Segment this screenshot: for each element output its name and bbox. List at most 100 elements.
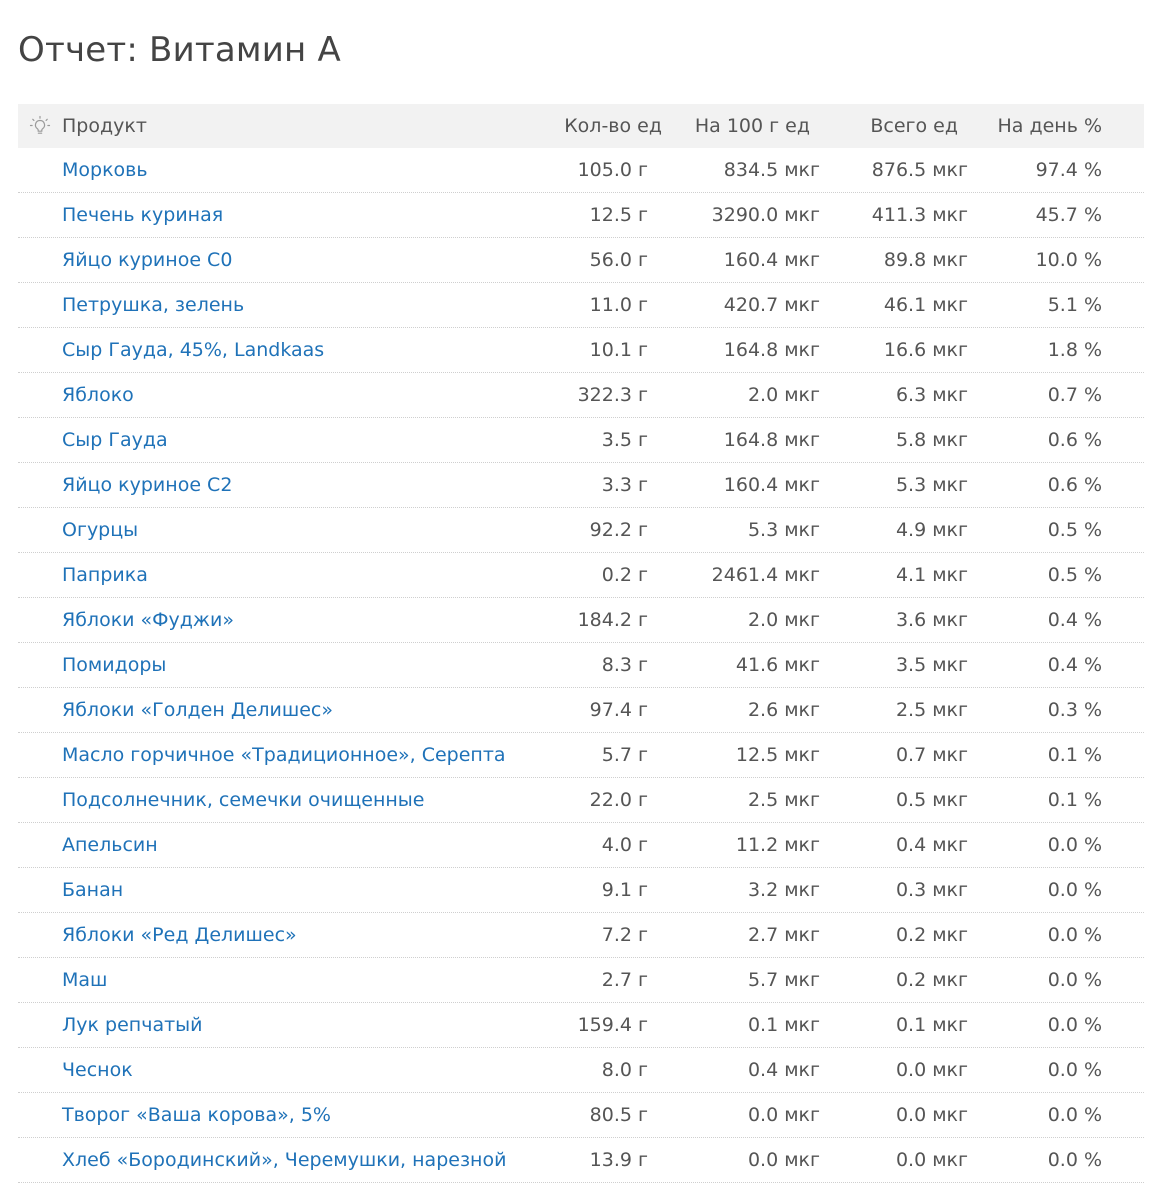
table-row: Творог «Ваша корова», 5% 80.5 г 0.0 мкг 0.0… [18,1093,1144,1138]
table-row: Печень куриная 12.5 г 3290.0 мкг 411.3 мкг 4… [18,193,1144,238]
product-link[interactable]: Хлеб «Бородинский», Черемушки, нарезной [62,1138,532,1182]
per100-cell: 164.8 мкг [723,429,820,451]
table-row: Яйцо куриное С0 56.0 г 160.4 мкг 89.8 мкг 10… [18,238,1144,283]
total-cell: 5.3 мкг [895,474,968,496]
daily-cell: 0.7 % [1047,384,1102,406]
product-link[interactable]: Сыр Гауда, 45%, Landkaas [62,328,532,372]
per100-cell: 2.0 мкг [747,384,820,406]
header-qty[interactable]: Кол-во ед [564,104,662,148]
qty-cell: 13.9 г [589,1149,648,1171]
table-row: Помидоры 8.3 г 41.6 мкг 3.5 мкг 0.4 % [18,643,1144,688]
total-cell: 16.6 мкг [883,339,968,361]
per100-cell: 2.5 мкг [747,789,820,811]
page-title: Отчет: Витамин А [18,30,341,70]
per100-cell: 5.3 мкг [747,519,820,541]
total-cell: 0.5 мкг [895,789,968,811]
product-link[interactable]: Лук репчатый [62,1003,532,1047]
product-link[interactable]: Петрушка, зелень [62,283,532,327]
product-link[interactable]: Яблоки «Фуджи» [62,598,532,642]
daily-cell: 0.0 % [1047,969,1102,991]
product-link[interactable]: Яйцо куриное С0 [62,238,532,282]
qty-cell: 22.0 г [589,789,648,811]
total-cell: 4.1 мкг [895,564,968,586]
per100-cell: 160.4 мкг [723,474,820,496]
daily-cell: 0.0 % [1047,879,1102,901]
header-per100[interactable]: На 100 г ед [695,104,810,148]
daily-cell: 1.8 % [1047,339,1102,361]
total-cell: 0.2 мкг [895,924,968,946]
product-link[interactable]: Банан [62,868,532,912]
total-cell: 4.9 мкг [895,519,968,541]
per100-cell: 3.2 мкг [747,879,820,901]
table-row: Масло горчичное «Традиционное», Серепта 5… [18,733,1144,778]
qty-cell: 2.7 г [601,969,648,991]
product-link[interactable]: Маш [62,958,532,1002]
total-cell: 0.0 мкг [895,1059,968,1081]
table-row: Сыр Гауда 3.5 г 164.8 мкг 5.8 мкг 0.6 % [18,418,1144,463]
qty-cell: 97.4 г [589,699,648,721]
per100-cell: 420.7 мкг [723,294,820,316]
daily-cell: 0.6 % [1047,429,1102,451]
total-cell: 0.0 мкг [895,1104,968,1126]
total-cell: 2.5 мкг [895,699,968,721]
daily-cell: 0.5 % [1047,519,1102,541]
product-link[interactable]: Масло горчичное «Традиционное», Серепта [62,733,532,777]
per100-cell: 0.0 мкг [747,1149,820,1171]
product-link[interactable]: Яйцо куриное С2 [62,463,532,507]
total-cell: 3.6 мкг [895,609,968,631]
total-cell: 3.5 мкг [895,654,968,676]
per100-cell: 160.4 мкг [723,249,820,271]
product-link[interactable]: Помидоры [62,643,532,687]
daily-cell: 0.5 % [1047,564,1102,586]
qty-cell: 159.4 г [577,1014,648,1036]
qty-cell: 7.2 г [601,924,648,946]
table-body: Морковь 105.0 г 834.5 мкг 876.5 мкг 97.4 % Пе… [18,148,1144,1183]
qty-cell: 4.0 г [601,834,648,856]
total-cell: 0.4 мкг [895,834,968,856]
table-row: Паприка 0.2 г 2461.4 мкг 4.1 мкг 0.5 % [18,553,1144,598]
per100-cell: 41.6 мкг [735,654,820,676]
product-link[interactable]: Творог «Ваша корова», 5% [62,1093,532,1137]
qty-cell: 9.1 г [601,879,648,901]
total-cell: 0.0 мкг [895,1149,968,1171]
per100-cell: 164.8 мкг [723,339,820,361]
product-link[interactable]: Огурцы [62,508,532,552]
table-header: Продукт Кол-во ед На 100 г ед Всего ед Н… [18,104,1144,148]
product-link[interactable]: Яблоко [62,373,532,417]
header-total[interactable]: Всего ед [870,104,958,148]
product-link[interactable]: Подсолнечник, семечки очищенные [62,778,532,822]
daily-cell: 97.4 % [1035,159,1102,181]
table-row: Морковь 105.0 г 834.5 мкг 876.5 мкг 97.4 % [18,148,1144,193]
product-link[interactable]: Печень куриная [62,193,532,237]
table-row: Чеснок 8.0 г 0.4 мкг 0.0 мкг 0.0 % [18,1048,1144,1093]
per100-cell: 3290.0 мкг [711,204,820,226]
table-row: Яблоки «Ред Делишес» 7.2 г 2.7 мкг 0.2 мкг 0… [18,913,1144,958]
product-link[interactable]: Апельсин [62,823,532,867]
per100-cell: 0.1 мкг [747,1014,820,1036]
per100-cell: 0.0 мкг [747,1104,820,1126]
total-cell: 6.3 мкг [895,384,968,406]
total-cell: 0.3 мкг [895,879,968,901]
qty-cell: 322.3 г [577,384,648,406]
product-link[interactable]: Морковь [62,148,532,192]
product-link[interactable]: Сыр Гауда [62,418,532,462]
total-cell: 89.8 мкг [883,249,968,271]
per100-cell: 2.0 мкг [747,609,820,631]
qty-cell: 10.1 г [589,339,648,361]
product-link[interactable]: Яблоки «Голден Делишес» [62,688,532,732]
header-daily[interactable]: На день % [997,104,1102,148]
table-row: Огурцы 92.2 г 5.3 мкг 4.9 мкг 0.5 % [18,508,1144,553]
table-row: Сыр Гауда, 45%, Landkaas 10.1 г 164.8 мкг 1… [18,328,1144,373]
product-link[interactable]: Паприка [62,553,532,597]
daily-cell: 0.0 % [1047,1014,1102,1036]
daily-cell: 0.0 % [1047,1104,1102,1126]
table-row: Яблоки «Фуджи» 184.2 г 2.0 мкг 3.6 мкг 0.4 % [18,598,1144,643]
qty-cell: 8.3 г [601,654,648,676]
product-link[interactable]: Чеснок [62,1048,532,1092]
table-row: Хлеб «Бородинский», Черемушки, нарезной 1… [18,1138,1144,1183]
daily-cell: 10.0 % [1035,249,1102,271]
qty-cell: 8.0 г [601,1059,648,1081]
product-link[interactable]: Яблоки «Ред Делишес» [62,913,532,957]
per100-cell: 5.7 мкг [747,969,820,991]
header-product[interactable]: Продукт [62,104,532,148]
